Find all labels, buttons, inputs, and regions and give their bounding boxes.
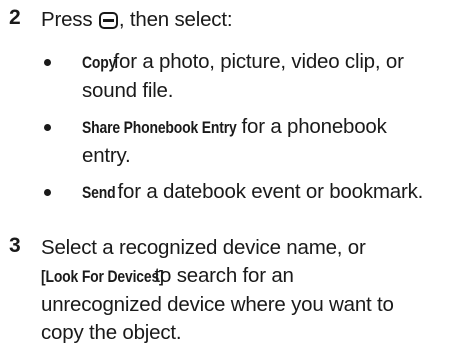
step-number: 2 [9, 6, 21, 29]
step-2-text-start: Press [41, 8, 98, 31]
step-3-line-1: Select a recognized device name, or [41, 236, 366, 259]
bullet-line-2: sound file. [82, 79, 174, 102]
option-keyword: Share Phonebook Entry [82, 118, 237, 137]
bullet-text: Send for a datebook event or bookmark. [82, 178, 457, 207]
step-2-text: Press , then select: [41, 6, 233, 34]
bullet-line-1: for a datebook event or bookmark. [112, 180, 424, 203]
bullet-line-1: for a photo, picture, video clip, or [108, 50, 404, 73]
option-keyword: Copy [82, 53, 117, 72]
menu-key-icon [98, 12, 118, 29]
bullet-icon [44, 59, 51, 66]
bullet-line-1: for a phonebook [236, 115, 387, 138]
manual-page: 2 Press , then select: Copy for a photo,… [0, 0, 462, 354]
bullet-line-2: entry. [82, 144, 131, 167]
bullet-text: Share Phonebook Entry for a phonebook en… [82, 113, 457, 170]
bullet-icon [44, 189, 51, 196]
step-number: 3 [9, 234, 21, 257]
step-2-text-end: , then select: [118, 8, 233, 31]
step-3-line-3: unrecognized device where you want to [41, 293, 394, 316]
step-3-text: Select a recognized device name, or [Loo… [41, 234, 456, 347]
step-3-line-2: to search for an [149, 264, 294, 287]
bullet-text: Copy for a photo, picture, video clip, o… [82, 48, 457, 105]
look-for-devices-label: [Look For Devices] [41, 267, 164, 286]
option-keyword: Send [82, 183, 116, 202]
bullet-icon [44, 124, 51, 131]
step-3-line-4: copy the object. [41, 321, 182, 344]
